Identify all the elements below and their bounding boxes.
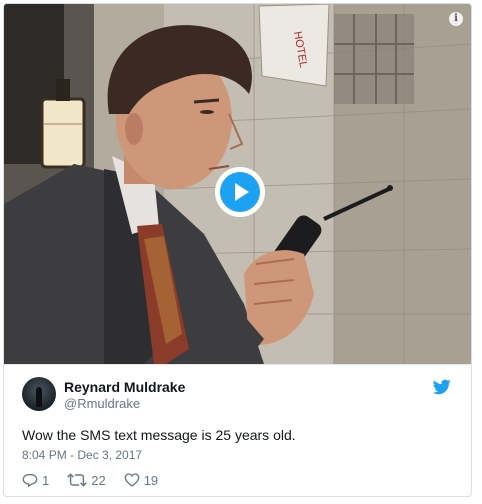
reply-count: 1 [42,472,50,488]
heart-icon [124,473,140,487]
reply-button[interactable]: 1 [22,472,49,488]
retweet-button[interactable]: 22 [67,472,106,488]
info-icon[interactable]: i [449,12,463,26]
like-count: 19 [143,472,159,488]
like-button[interactable]: 19 [124,472,158,488]
tweet-actions: 1 22 19 [22,471,176,489]
video-thumbnail[interactable]: HOTEL i [4,4,471,364]
author-name[interactable]: Reynard Muldrake [64,379,185,395]
retweet-count: 22 [91,472,106,488]
author-handle[interactable]: @Rmuldrake [64,396,140,411]
tweet-body: Reynard Muldrake @Rmuldrake Wow the SMS … [4,364,471,496]
reply-icon [22,474,38,488]
tweet-text: Wow the SMS text message is 25 years old… [22,427,296,443]
twitter-bird-icon[interactable] [433,379,451,395]
retweet-icon [67,473,88,487]
tweet-card: HOTEL i Reynard Muldrake @Rmuldrake Wow … [3,3,472,497]
tweet-timestamp[interactable]: 8:04 PM - Dec 3, 2017 [22,448,142,462]
avatar[interactable] [22,377,56,411]
play-icon [220,172,260,212]
play-button[interactable] [215,167,265,217]
